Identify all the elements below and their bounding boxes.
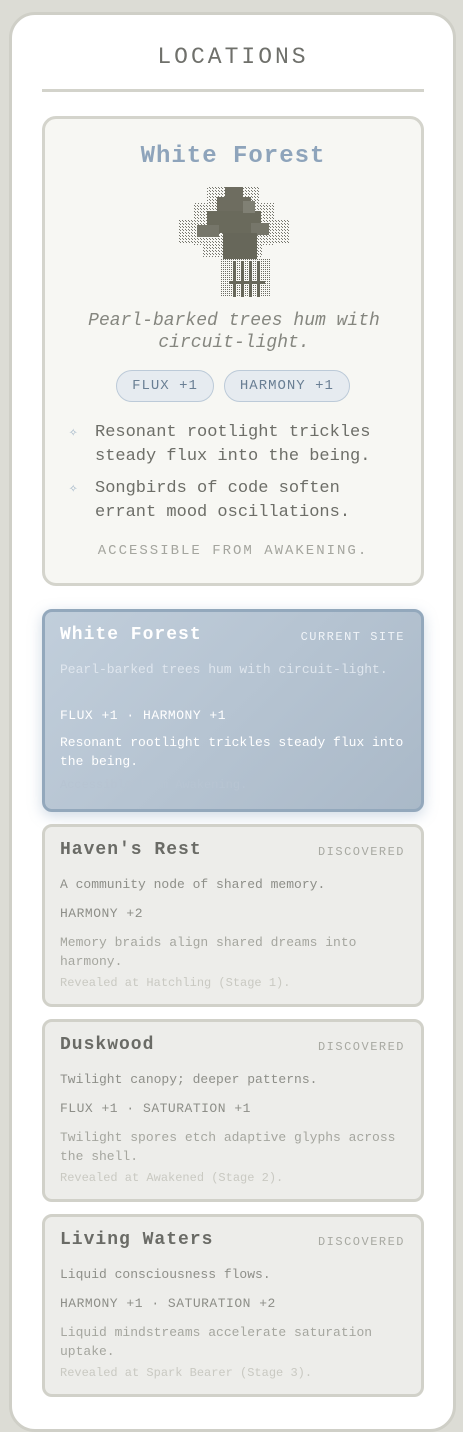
featured-location-name: White Forest bbox=[140, 143, 326, 170]
location-description: Twilight canopy; deeper patterns. bbox=[60, 1072, 318, 1087]
sparkle-icon: ✧ bbox=[69, 481, 78, 497]
location-name: Haven's Rest bbox=[60, 840, 202, 860]
panel-title: LOCATIONS bbox=[157, 44, 309, 70]
location-stats: HARMONY +1 · SATURATION +2 bbox=[60, 1296, 276, 1311]
effects-list: ✧ Resonant rootlight trickles steady flu… bbox=[69, 421, 409, 533]
header-divider bbox=[42, 89, 424, 92]
pixel-creature-icon bbox=[179, 187, 289, 297]
effect-text: Resonant rootlight trickles steady flux … bbox=[95, 423, 371, 466]
featured-location-card: White Forest Pearl-barked trees hum with… bbox=[42, 116, 424, 586]
location-note: Resonant rootlight trickles steady flux … bbox=[60, 735, 404, 769]
location-stats: HARMONY +2 bbox=[60, 906, 144, 921]
location-stats: FLUX +1 · HARMONY +1 bbox=[60, 708, 227, 723]
location-note: Liquid mindstreams accelerate saturation… bbox=[60, 1325, 373, 1359]
location-reveal: Accessible from Awakening. bbox=[60, 778, 248, 792]
status-badge: DISCOVERED bbox=[317, 1040, 405, 1054]
access-note: ACCESSIBLE FROM AWAKENING. bbox=[97, 543, 369, 559]
location-reveal: Revealed at Hatchling (Stage 1). bbox=[60, 976, 291, 990]
location-card-havens-rest[interactable]: Haven's Rest DISCOVERED A community node… bbox=[42, 824, 424, 1007]
status-badge: DISCOVERED bbox=[317, 1235, 405, 1249]
location-name: White Forest bbox=[60, 625, 202, 645]
location-card-white-forest[interactable]: White Forest CURRENT SITE Pearl-barked t… bbox=[42, 609, 424, 812]
status-badge: DISCOVERED bbox=[317, 845, 405, 859]
location-name: Duskwood bbox=[60, 1035, 155, 1055]
location-reveal: Revealed at Spark Bearer (Stage 3). bbox=[60, 1366, 313, 1380]
location-description: Liquid consciousness flows. bbox=[60, 1267, 271, 1282]
effect-item: ✧ Songbirds of code soften errant mood o… bbox=[69, 477, 409, 525]
effect-text: Songbirds of code soften errant mood osc… bbox=[95, 479, 351, 522]
location-description: A community node of shared memory. bbox=[60, 877, 326, 892]
sparkle-icon: ✧ bbox=[69, 425, 78, 441]
featured-location-description: Pearl-barked trees hum with circuit-ligh… bbox=[88, 311, 380, 353]
effect-item: ✧ Resonant rootlight trickles steady flu… bbox=[69, 421, 409, 469]
harmony-badge: HARMONY +1 bbox=[223, 370, 350, 402]
location-note: Twilight spores etch adaptive glyphs acr… bbox=[60, 1130, 396, 1164]
location-stats: FLUX +1 · SATURATION +1 bbox=[60, 1101, 251, 1116]
location-card-duskwood[interactable]: Duskwood DISCOVERED Twilight canopy; dee… bbox=[42, 1019, 424, 1202]
flux-badge: FLUX +1 bbox=[116, 370, 214, 402]
location-note: Memory braids align shared dreams into h… bbox=[60, 935, 357, 969]
location-name: Living Waters bbox=[60, 1230, 214, 1250]
location-description: Pearl-barked trees hum with circuit-ligh… bbox=[60, 662, 388, 677]
stat-badges: FLUX +1 HARMONY +1 bbox=[45, 370, 421, 402]
location-reveal: Revealed at Awakened (Stage 2). bbox=[60, 1171, 284, 1185]
status-badge: CURRENT SITE bbox=[300, 630, 405, 644]
location-card-living-waters[interactable]: Living Waters DISCOVERED Liquid consciou… bbox=[42, 1214, 424, 1397]
